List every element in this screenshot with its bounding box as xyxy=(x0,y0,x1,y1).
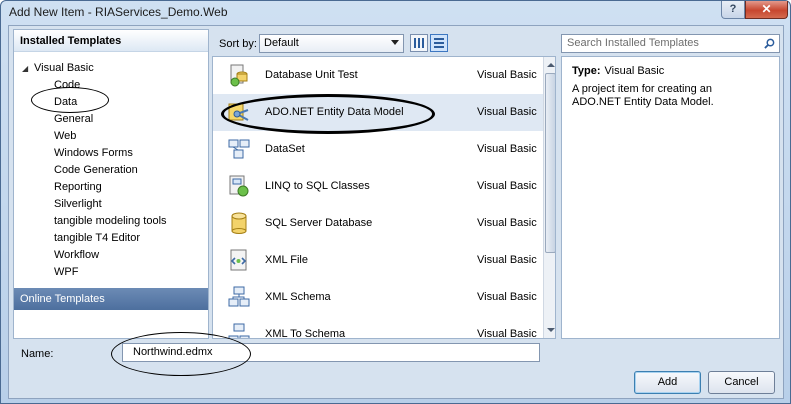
template-language: Visual Basic xyxy=(477,291,537,303)
details-view-icon xyxy=(434,38,444,48)
title-bar: Add New Item - RIAServices_Demo.Web ? ✕ xyxy=(1,1,790,23)
template-description: A project item for creating an ADO.NET E… xyxy=(572,83,714,108)
template-language: Visual Basic xyxy=(477,106,537,118)
template-item-dataset[interactable]: DataSet Visual Basic xyxy=(213,131,543,168)
online-templates-header[interactable]: Online Templates xyxy=(14,288,208,310)
template-item-ado-net-entity-data-model[interactable]: ADO.NET Entity Data Model Visual Basic xyxy=(213,94,543,131)
scroll-up-arrow-icon[interactable] xyxy=(545,59,555,71)
template-name: LINQ to SQL Classes xyxy=(265,180,370,192)
template-language: Visual Basic xyxy=(477,328,537,339)
template-item-xml-to-schema[interactable]: XML To Schema Visual Basic xyxy=(213,316,543,339)
add-button[interactable]: Add xyxy=(634,371,701,394)
templates-scrollbar[interactable] xyxy=(543,57,555,338)
type-label: Type: xyxy=(572,65,601,77)
template-item-database-unit-test[interactable]: Database Unit Test Visual Basic xyxy=(213,57,543,94)
template-language: Visual Basic xyxy=(477,217,537,229)
template-name: XML To Schema xyxy=(265,328,346,339)
xml-schema-icon xyxy=(228,286,250,307)
tree-item-general[interactable]: General xyxy=(54,111,167,128)
dataset-icon xyxy=(228,139,250,159)
tree-item-code-generation[interactable]: Code Generation xyxy=(54,162,167,179)
template-item-xml-file[interactable]: XML File Visual Basic xyxy=(213,242,543,279)
close-button[interactable]: ✕ xyxy=(745,1,788,19)
tree-item-code[interactable]: Code xyxy=(54,77,167,94)
template-item-sql-server-database[interactable]: SQL Server Database Visual Basic xyxy=(213,205,543,242)
installed-templates-header[interactable]: Installed Templates xyxy=(14,30,208,52)
template-language: Visual Basic xyxy=(477,143,537,155)
xml-to-schema-icon xyxy=(228,323,250,338)
template-language: Visual Basic xyxy=(477,254,537,266)
tree-root-label: Visual Basic xyxy=(34,62,94,74)
cancel-button[interactable]: Cancel xyxy=(708,371,775,394)
template-name: XML File xyxy=(265,254,308,266)
entity-model-icon xyxy=(228,103,249,121)
scroll-thumb[interactable] xyxy=(545,73,555,253)
templates-list: Database Unit Test Visual Basic ADO.NET … xyxy=(212,56,556,339)
add-new-item-dialog: Add New Item - RIAServices_Demo.Web ? ✕ … xyxy=(0,0,791,404)
tree-item-silverlight[interactable]: Silverlight xyxy=(54,196,167,213)
name-input[interactable]: Northwind.edmx xyxy=(122,343,540,362)
search-placeholder: Search Installed Templates xyxy=(567,37,699,49)
template-name: XML Schema xyxy=(265,291,331,303)
template-categories-pane: Installed Templates ◢ Visual Basic Code D… xyxy=(13,29,209,339)
linq-icon xyxy=(229,175,249,197)
tree-item-wpf[interactable]: WPF xyxy=(54,264,167,281)
list-view-button[interactable] xyxy=(410,34,428,52)
tree-item-reporting[interactable]: Reporting xyxy=(54,179,167,196)
tree-item-tangible-t4-editor[interactable]: tangible T4 Editor xyxy=(54,230,167,247)
template-item-xml-schema[interactable]: XML Schema Visual Basic xyxy=(213,279,543,316)
scroll-down-arrow-icon[interactable] xyxy=(545,324,555,336)
chevron-down-icon xyxy=(391,40,399,45)
tree-root-visual-basic[interactable]: ◢ Visual Basic xyxy=(22,60,94,77)
tree-children: Code Data General Web Windows Forms Code… xyxy=(54,77,167,281)
template-name: ADO.NET Entity Data Model xyxy=(265,106,404,118)
template-type-line: Type: Visual Basic xyxy=(572,65,769,77)
details-view-button[interactable] xyxy=(430,34,448,52)
tree-item-workflow[interactable]: Workflow xyxy=(54,247,167,264)
sort-by-dropdown[interactable]: Default xyxy=(259,34,404,53)
expand-arrow-icon[interactable]: ◢ xyxy=(22,60,34,77)
template-name: Database Unit Test xyxy=(265,69,358,81)
template-language: Visual Basic xyxy=(477,69,537,81)
template-details-pane: Type: Visual Basic A project item for cre… xyxy=(561,56,780,339)
sort-by-value: Default xyxy=(264,37,299,49)
tree-item-windows-forms[interactable]: Windows Forms xyxy=(54,145,167,162)
database-unit-test-icon xyxy=(230,64,248,87)
type-value: Visual Basic xyxy=(604,65,665,77)
database-icon xyxy=(231,212,247,234)
xml-file-icon xyxy=(230,249,247,271)
template-language: Visual Basic xyxy=(477,180,537,192)
dialog-body: Installed Templates ◢ Visual Basic Code D… xyxy=(8,25,784,399)
help-button[interactable]: ? xyxy=(721,1,745,19)
tree-item-tangible-modeling-tools[interactable]: tangible modeling tools xyxy=(54,213,167,230)
template-name: DataSet xyxy=(265,143,305,155)
window-title: Add New Item - RIAServices_Demo.Web xyxy=(9,5,228,19)
tree-item-data[interactable]: Data xyxy=(54,94,167,111)
name-label: Name: xyxy=(21,348,54,360)
tree-item-web[interactable]: Web xyxy=(54,128,167,145)
small-icons-view-icon xyxy=(414,38,424,48)
search-icon[interactable] xyxy=(764,38,775,49)
template-item-linq-to-sql-classes[interactable]: LINQ to SQL Classes Visual Basic xyxy=(213,168,543,205)
template-name: SQL Server Database xyxy=(265,217,373,229)
search-input[interactable]: Search Installed Templates xyxy=(561,34,780,53)
sort-by-label: Sort by: xyxy=(219,38,257,50)
